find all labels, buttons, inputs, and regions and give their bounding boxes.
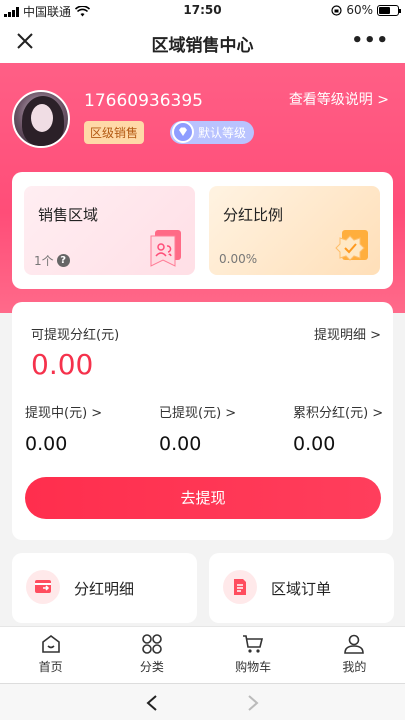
region-orders-entry[interactable]: 区域订单 — [209, 553, 394, 623]
tab-cart[interactable]: 购物车 — [203, 627, 304, 683]
tab-profile[interactable]: 我的 — [304, 627, 405, 683]
back-icon[interactable] — [145, 694, 159, 712]
browser-toolbar — [0, 683, 405, 720]
withdrawable-label: 可提现分红(元) — [31, 328, 120, 343]
sales-region-title: 销售区域 — [38, 206, 99, 224]
tab-category[interactable]: 分类 — [101, 627, 202, 683]
user-phone: 17660936395 — [84, 91, 203, 111]
sales-region-tile[interactable]: 销售区域 1个 ? — [24, 186, 195, 275]
tab-bar: 首页 分类 购物车 我的 — [0, 626, 405, 683]
battery-fill — [379, 6, 390, 14]
users-icon — [150, 230, 181, 267]
level-badge: 默认等级 — [170, 121, 255, 144]
sales-region-count: 1个 — [34, 254, 54, 268]
cart-icon — [243, 635, 264, 653]
category-icon — [142, 634, 162, 654]
tab-home-label: 首页 — [38, 660, 63, 674]
home-icon — [41, 635, 60, 653]
tab-cart-label: 购物车 — [235, 660, 272, 674]
tab-profile-label: 我的 — [342, 660, 367, 674]
cumulative-label: 累积分红(元) > — [293, 406, 384, 421]
battery-percent: 60% — [346, 3, 373, 17]
withdraw-card: 可提现分红(元) 提现明细 > 0.00 提现中(元) > 0.00 已提现(元… — [12, 302, 393, 540]
level-description-link[interactable]: 查看等级说明 > — [289, 89, 389, 109]
avatar[interactable] — [12, 90, 70, 148]
sales-region-value: 1个 ? — [34, 252, 70, 269]
withdrawable-amount: 0.00 — [31, 348, 94, 381]
battery-icon — [377, 4, 401, 16]
withdrawing-value: 0.00 — [25, 433, 68, 455]
tab-home[interactable]: 首页 — [0, 627, 101, 683]
avatar-face — [31, 104, 53, 132]
stats-card: 销售区域 1个 ? 分红比例 0.00% — [12, 172, 393, 289]
withdrawn-stat[interactable]: 已提现(元) > 0.00 — [159, 402, 279, 455]
order-icon — [223, 570, 257, 604]
cumulative-stat[interactable]: 累积分红(元) > 0.00 — [293, 402, 405, 455]
bonus-detail-label: 分红明细 — [74, 580, 135, 598]
orientation-lock-icon — [331, 4, 342, 16]
bonus-detail-entry[interactable]: 分红明细 — [12, 553, 197, 623]
dividend-ratio-tile[interactable]: 分红比例 0.00% — [209, 186, 380, 275]
cumulative-value: 0.00 — [293, 433, 336, 455]
dividend-ratio-title: 分红比例 — [223, 206, 284, 224]
withdraw-button[interactable]: 去提现 — [25, 477, 381, 519]
bonus-detail-icon — [26, 570, 60, 604]
region-orders-label: 区域订单 — [271, 580, 332, 598]
status-right: 60% — [331, 3, 401, 17]
status-bar: 中国联通 17:50 60% — [0, 0, 405, 20]
role-badge: 区级销售 — [84, 121, 145, 144]
forward-icon[interactable] — [246, 694, 260, 712]
dividend-ratio-value: 0.00% — [219, 252, 257, 266]
withdraw-detail-link[interactable]: 提现明细 > — [314, 324, 381, 343]
dividend-ratio-percent: 0.00% — [219, 252, 258, 266]
help-icon[interactable]: ? — [56, 254, 70, 267]
withdrawn-label: 已提现(元) > — [159, 406, 237, 421]
withdrawn-value: 0.00 — [159, 433, 202, 455]
tab-category-label: 分类 — [139, 660, 164, 674]
nav-bar: 区域销售中心 ••• — [0, 20, 405, 63]
withdrawing-label: 提现中(元) > — [25, 406, 103, 421]
check-shield-icon — [335, 230, 368, 261]
more-menu-button[interactable]: ••• — [351, 30, 389, 51]
diamond-icon — [172, 121, 194, 143]
profile-icon — [344, 634, 365, 654]
level-badge-label: 默认等级 — [198, 126, 247, 140]
withdrawing-stat[interactable]: 提现中(元) > 0.00 — [25, 402, 145, 455]
page-title: 区域销售中心 — [151, 36, 254, 56]
